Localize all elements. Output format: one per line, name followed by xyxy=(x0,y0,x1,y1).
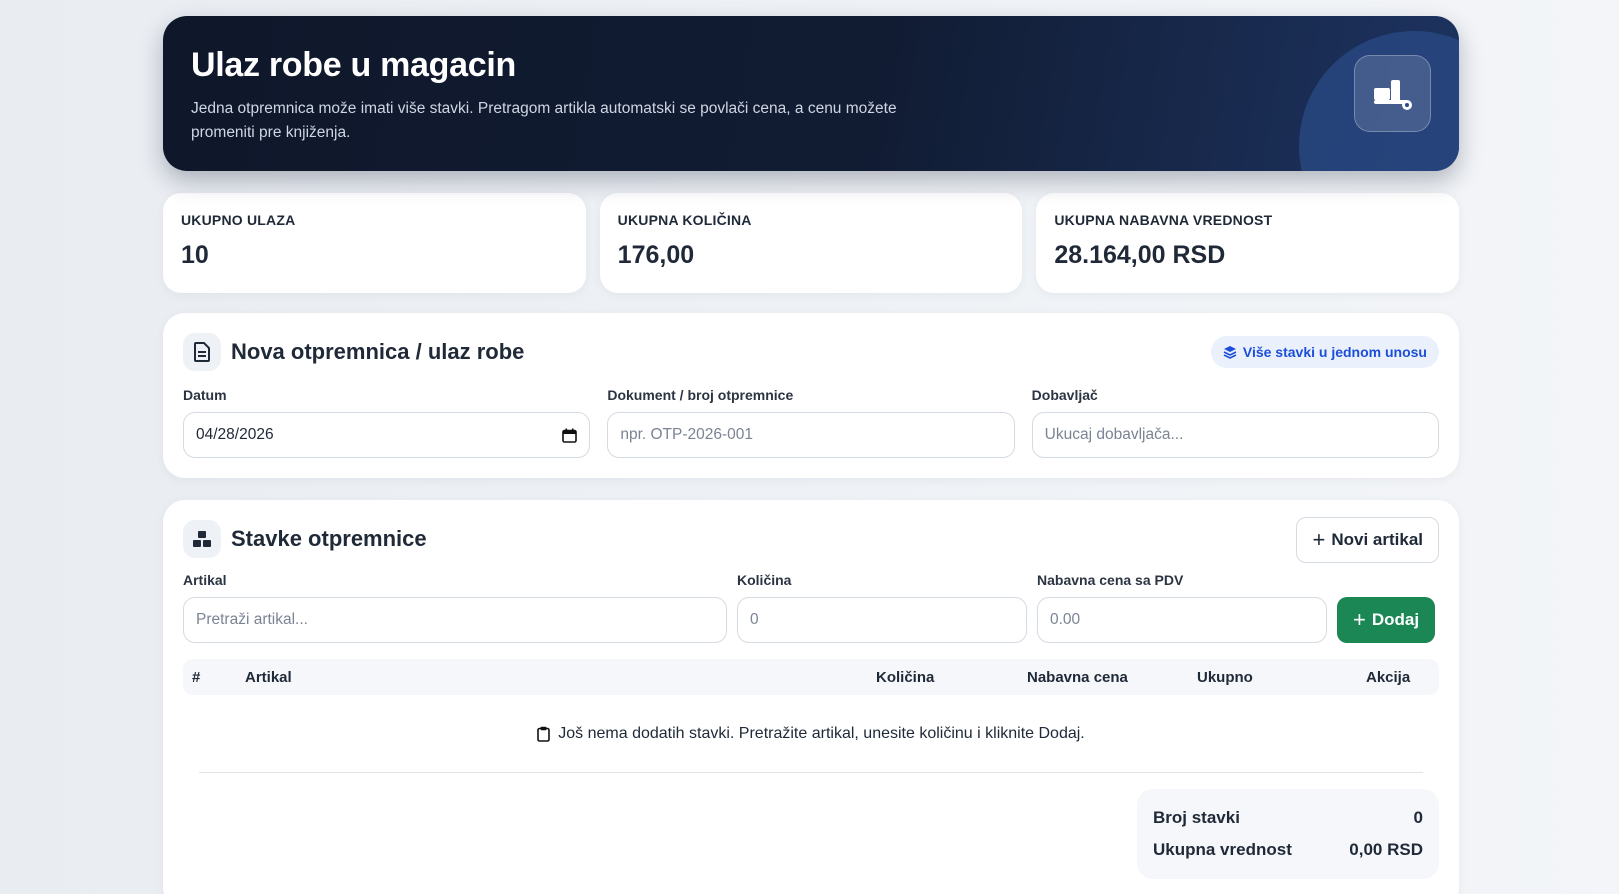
column-article: Artikal xyxy=(245,669,292,686)
quantity-input[interactable]: 0 xyxy=(737,597,1027,643)
calendar-icon[interactable] xyxy=(562,428,578,443)
items-table-header: # Artikal Količina Nabavna cena Ukupno A… xyxy=(183,659,1439,695)
price-label: Nabavna cena sa PDV xyxy=(1037,572,1184,588)
stat-value: 176,00 xyxy=(617,241,695,269)
items-card: Stavke otpremnice + Novi artikal Artikal… xyxy=(163,500,1459,894)
add-item-button[interactable]: + Dodaj xyxy=(1337,597,1436,643)
document-number-input[interactable]: npr. OTP-2026-001 xyxy=(607,412,1015,458)
item-count-label: Broj stavki xyxy=(1153,808,1240,827)
stat-value: 10 xyxy=(181,241,209,269)
supplier-input[interactable]: Ukucaj dobavljača... xyxy=(1031,412,1439,458)
badge-label: Više stavki u jednom unosu xyxy=(1242,344,1427,360)
dolly-icon xyxy=(1354,55,1431,132)
document-number-label: Dokument / broj otpremnice xyxy=(607,387,794,403)
multi-items-badge: Više stavki u jednom unosu xyxy=(1210,336,1439,368)
date-input[interactable]: 04/28/2026 xyxy=(183,412,591,458)
total-value-label: Ukupna vrednost xyxy=(1153,840,1292,859)
page-title: Ulaz robe u magacin xyxy=(191,46,516,84)
column-index: # xyxy=(192,669,201,686)
column-price: Nabavna cena xyxy=(1027,669,1128,686)
new-article-button[interactable]: + Novi artikal xyxy=(1296,517,1439,563)
article-label: Artikal xyxy=(183,572,227,588)
empty-message: Još nema dodatih stavki. Pretražite arti… xyxy=(558,724,1085,742)
document-icon xyxy=(183,333,221,371)
hero-banner: Ulaz robe u magacin Jedna otpremnica mož… xyxy=(163,16,1459,171)
column-action: Akcija xyxy=(1366,669,1411,686)
price-input[interactable]: 0.00 xyxy=(1037,597,1327,643)
article-search-input[interactable]: Pretraži artikal... xyxy=(183,597,727,643)
date-value: 04/28/2026 xyxy=(196,426,274,443)
stat-value: 28.164,00 RSD xyxy=(1054,241,1226,269)
page-container: Ulaz robe u magacin Jedna otpremnica mož… xyxy=(163,16,1460,894)
total-value: 0,00 RSD xyxy=(1349,840,1423,859)
stats-row: UKUPNO ULAZA 10 UKUPNA KOLIČINA 176,00 U… xyxy=(163,193,1460,293)
item-count-value: 0 xyxy=(1413,808,1423,827)
new-article-label: Novi artikal xyxy=(1331,530,1423,549)
column-quantity: Količina xyxy=(876,669,935,686)
plus-icon: + xyxy=(1312,527,1326,552)
document-card: Nova otpremnica / ulaz robe Više stavki … xyxy=(163,313,1459,478)
supplier-label: Dobavljač xyxy=(1031,387,1098,403)
stat-total-entries: UKUPNO ULAZA 10 xyxy=(163,193,586,293)
clipboard-icon xyxy=(537,726,551,742)
plus-icon: + xyxy=(1353,607,1366,632)
document-card-title: Nova otpremnica / ulaz robe xyxy=(231,339,525,364)
page-description: Jedna otpremnica može imati više stavki.… xyxy=(191,100,897,141)
boxes-icon xyxy=(183,520,221,558)
stat-total-value: UKUPNA NABAVNA VREDNOST 28.164,00 RSD xyxy=(1036,193,1460,293)
items-card-title: Stavke otpremnice xyxy=(231,526,427,551)
items-summary: Broj stavki 0 Ukupna vrednost 0,00 RSD xyxy=(1137,789,1439,879)
quantity-label: Količina xyxy=(737,572,792,588)
stat-total-quantity: UKUPNA KOLIČINA 176,00 xyxy=(599,193,1023,293)
stat-label: UKUPNA KOLIČINA xyxy=(617,212,752,228)
stat-label: UKUPNA NABAVNA VREDNOST xyxy=(1054,212,1273,228)
stat-label: UKUPNO ULAZA xyxy=(181,212,296,228)
date-label: Datum xyxy=(183,387,227,403)
empty-state: Još nema dodatih stavki. Pretražite arti… xyxy=(199,695,1423,773)
layers-icon xyxy=(1223,346,1237,359)
column-total: Ukupno xyxy=(1197,669,1253,686)
add-item-label: Dodaj xyxy=(1371,610,1420,629)
